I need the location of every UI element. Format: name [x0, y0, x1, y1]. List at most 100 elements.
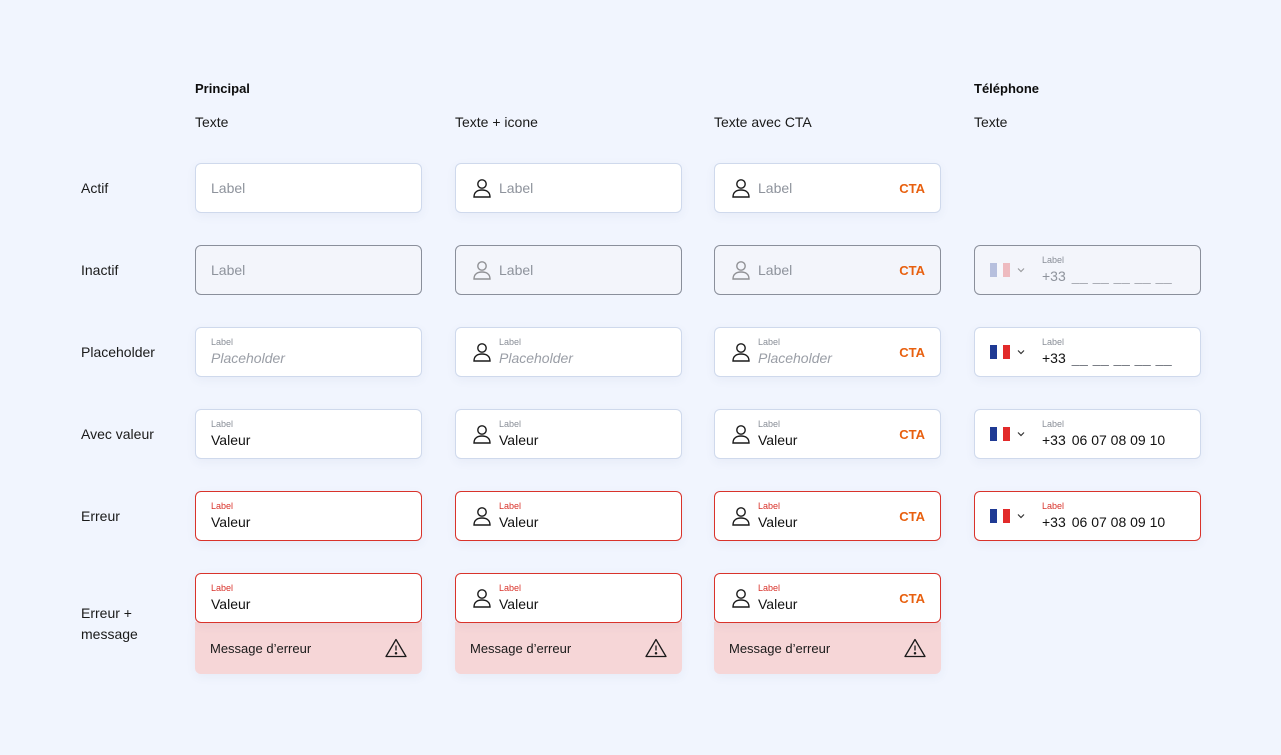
field-texte-erreur-message[interactable]: Label Valeur — [195, 573, 422, 623]
field-label: Label — [758, 262, 793, 278]
chevron-down-icon — [1016, 429, 1026, 439]
user-icon — [471, 341, 493, 363]
field-placeholder: Placeholder — [758, 350, 832, 366]
row-label-erreur-message: Erreur + message — [81, 603, 138, 645]
row-label-avec-valeur: Avec valeur — [81, 426, 154, 442]
error-message-cta: Message d’erreur — [714, 622, 941, 674]
phone-blanks: __ __ __ __ __ — [1071, 350, 1173, 366]
row-label-erreur-message-line2: message — [81, 626, 138, 642]
cta-button[interactable]: CTA — [899, 345, 925, 360]
user-icon — [730, 587, 752, 609]
chevron-down-icon — [1016, 511, 1026, 521]
field-texte-actif[interactable]: Label — [195, 163, 422, 213]
field-icone-erreur-message[interactable]: Label Valeur — [455, 573, 682, 623]
flag-fr-icon — [990, 427, 1011, 441]
phone-number: 06 07 08 09 10 — [1071, 432, 1166, 448]
user-icon — [730, 423, 752, 445]
field-tel-erreur[interactable]: Label +33 06 07 08 09 10 — [974, 491, 1201, 541]
country-selector[interactable] — [990, 509, 1042, 523]
group-heading-principal: Principal — [195, 81, 250, 96]
phone-number: 06 07 08 09 10 — [1071, 514, 1166, 530]
field-placeholder: Placeholder — [499, 350, 573, 366]
user-icon — [730, 341, 752, 363]
field-label: Label — [499, 337, 522, 347]
country-selector — [990, 263, 1042, 277]
phone-prefix: +33 — [1042, 350, 1066, 366]
field-tel-placeholder[interactable]: Label +33 __ __ __ __ __ — [974, 327, 1201, 377]
phone-prefix: +33 — [1042, 268, 1066, 284]
field-label: Label — [1042, 255, 1065, 265]
user-icon — [730, 259, 752, 281]
field-texte-erreur[interactable]: Label Valeur — [195, 491, 422, 541]
field-value: Valeur — [499, 432, 539, 448]
error-message-text: Message d’erreur — [729, 640, 831, 656]
warning-icon — [385, 638, 407, 658]
field-value: Valeur — [758, 514, 798, 530]
row-label-erreur: Erreur — [81, 508, 120, 524]
error-message-text: Message d’erreur — [210, 640, 312, 656]
field-icone-actif[interactable]: Label — [455, 163, 682, 213]
field-texte-placeholder[interactable]: Label Placeholder — [195, 327, 422, 377]
field-icone-erreur[interactable]: Label Valeur — [455, 491, 682, 541]
field-label: Label — [1042, 337, 1065, 347]
field-texte-inactif: Label — [195, 245, 422, 295]
country-selector[interactable] — [990, 345, 1042, 359]
field-label: Label — [1042, 419, 1065, 429]
field-tel-inactif: Label +33 __ __ __ __ __ — [974, 245, 1201, 295]
cta-button[interactable]: CTA — [899, 427, 925, 442]
field-icone-placeholder[interactable]: Label Placeholder — [455, 327, 682, 377]
row-label-erreur-message-line1: Erreur + — [81, 605, 132, 621]
row-label-placeholder: Placeholder — [81, 344, 155, 360]
col-heading-texte: Texte — [195, 114, 229, 130]
field-value: Valeur — [499, 514, 539, 530]
field-label: Label — [499, 180, 534, 196]
field-label: Label — [499, 262, 534, 278]
field-cta-erreur-message[interactable]: Label Valeur CTA — [714, 573, 941, 623]
country-selector[interactable] — [990, 427, 1042, 441]
field-tel-valeur[interactable]: Label +33 06 07 08 09 10 — [974, 409, 1201, 459]
user-icon — [471, 505, 493, 527]
warning-icon — [904, 638, 926, 658]
col-heading-tel-texte: Texte — [974, 114, 1008, 130]
field-cta-erreur[interactable]: Label Valeur CTA — [714, 491, 941, 541]
cta-button[interactable]: CTA — [899, 591, 925, 606]
field-icone-valeur[interactable]: Label Valeur — [455, 409, 682, 459]
field-label: Label — [211, 262, 246, 278]
cta-button[interactable]: CTA — [899, 181, 925, 196]
user-icon — [730, 505, 752, 527]
error-message-texte: Message d’erreur — [195, 622, 422, 674]
field-value: Valeur — [211, 596, 251, 612]
row-label-actif: Actif — [81, 180, 109, 196]
field-label: Label — [758, 337, 781, 347]
error-message-icone: Message d’erreur — [455, 622, 682, 674]
field-label: Label — [1042, 501, 1065, 511]
field-label: Label — [499, 583, 522, 593]
group-heading-telephone: Téléphone — [974, 81, 1040, 96]
field-value: Valeur — [758, 432, 798, 448]
field-cta-actif[interactable]: Label CTA — [714, 163, 941, 213]
field-value: Valeur — [499, 596, 539, 612]
row-label-inactif: Inactif — [81, 262, 119, 278]
field-label: Label — [758, 501, 781, 511]
cta-button[interactable]: CTA — [899, 509, 925, 524]
cta-button: CTA — [899, 262, 925, 278]
field-label: Label — [758, 583, 781, 593]
field-cta-valeur[interactable]: Label Valeur CTA — [714, 409, 941, 459]
field-label: Label — [211, 583, 234, 593]
field-label: Label — [758, 419, 781, 429]
field-label: Label — [211, 501, 234, 511]
field-placeholder: Placeholder — [211, 350, 285, 366]
user-icon — [471, 587, 493, 609]
error-message-text: Message d’erreur — [470, 640, 572, 656]
user-icon — [471, 423, 493, 445]
field-value: Valeur — [211, 514, 251, 530]
field-icone-inactif: Label — [455, 245, 682, 295]
chevron-down-icon — [1016, 265, 1026, 275]
field-texte-valeur[interactable]: Label Valeur — [195, 409, 422, 459]
field-cta-placeholder[interactable]: Label Placeholder CTA — [714, 327, 941, 377]
user-icon — [471, 177, 493, 199]
field-cta-inactif: Label CTA — [714, 245, 941, 295]
flag-fr-icon — [990, 263, 1011, 277]
field-label: Label — [499, 419, 522, 429]
field-label: Label — [211, 337, 234, 347]
